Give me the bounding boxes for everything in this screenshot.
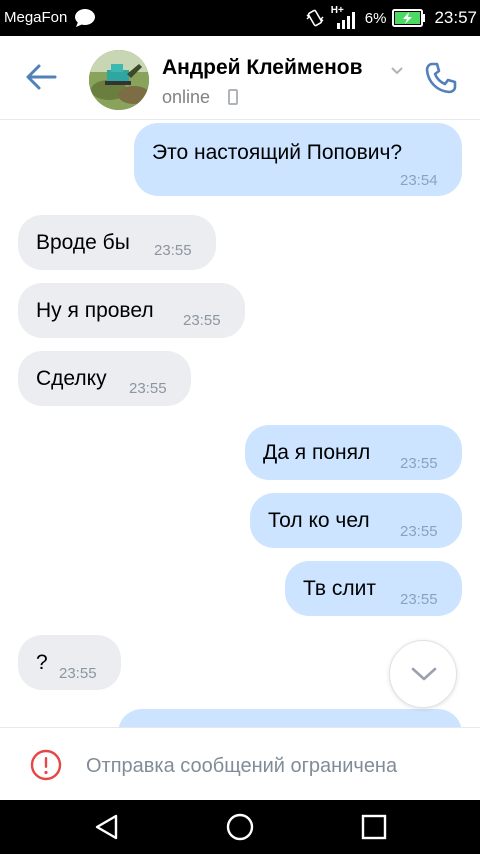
presence-status: online	[162, 87, 211, 107]
carrier-name: MegaFon	[4, 9, 68, 26]
vibrate-icon	[306, 9, 324, 27]
back-triangle-icon[interactable]	[92, 812, 122, 842]
battery-percent: 6%	[364, 9, 387, 27]
message-time: 23:55	[154, 242, 192, 259]
chat-header: Андрей Клейменов online	[0, 36, 480, 120]
status-bar: MegaFon H+ 6% 23:57	[0, 0, 480, 36]
message-bubble[interactable]: Это настоящий Попович? 23:54	[134, 123, 462, 196]
signal-icon: H+	[331, 5, 359, 29]
message-bubble[interactable]: Тв слит 23:55	[285, 561, 462, 616]
system-nav-bar	[0, 800, 480, 854]
message-text: Сделку	[36, 367, 107, 390]
message-bubble[interactable]: Ну я провел 23:55	[18, 283, 245, 338]
recents-square-icon[interactable]	[359, 812, 389, 842]
restriction-message: Отправка сообщений ограничена	[86, 755, 398, 777]
back-arrow-icon[interactable]	[24, 62, 58, 92]
message-text: Это настоящий Попович?	[152, 141, 403, 164]
message-text: Тв слит	[303, 577, 376, 600]
message-text: Вроде бы	[36, 231, 130, 254]
clock: 23:57	[434, 8, 477, 27]
message-bubble[interactable]: Сделку 23:55	[18, 351, 191, 406]
messaging-restricted-bar: Отправка сообщений ограничена	[0, 727, 480, 800]
message-text: ?	[36, 651, 48, 674]
message-bubble[interactable]: Тол ко чел 23:55	[250, 493, 462, 548]
message-list[interactable]: Это настоящий Попович? 23:54 Вроде бы 23…	[0, 121, 480, 727]
message-bubble[interactable]: ? 23:55	[18, 635, 121, 690]
scroll-to-bottom-button[interactable]	[389, 640, 457, 708]
message-time: 23:54	[400, 172, 438, 189]
mobile-phone-icon	[228, 89, 238, 105]
message-bubble[interactable]: Вроде бы 23:55	[18, 215, 216, 270]
contact-avatar[interactable]	[89, 50, 149, 110]
home-circle-icon[interactable]	[225, 812, 255, 842]
battery-charging-icon	[392, 9, 426, 27]
message-time: 23:55	[129, 380, 167, 397]
message-time: 23:55	[400, 455, 438, 472]
message-text: Ну я провел	[36, 299, 154, 322]
message-bubble-partial[interactable]	[118, 709, 462, 727]
message-time: 23:55	[400, 523, 438, 540]
notification-chat-icon	[75, 9, 95, 27]
status-right: H+ 6% 23:57	[305, 0, 477, 36]
message-time: 23:55	[183, 312, 221, 329]
chevron-down-icon	[411, 667, 437, 681]
message-text: Да я понял	[263, 441, 371, 464]
message-text: Тол ко чел	[268, 509, 370, 532]
contact-name[interactable]: Андрей Клейменов	[162, 56, 363, 80]
message-bubble[interactable]: Да я понял 23:55	[245, 425, 462, 480]
chevron-down-icon[interactable]	[391, 67, 403, 75]
phone-call-icon[interactable]	[423, 60, 459, 96]
message-time: 23:55	[400, 591, 438, 608]
warning-circle-icon	[30, 749, 62, 781]
message-time: 23:55	[59, 665, 97, 682]
